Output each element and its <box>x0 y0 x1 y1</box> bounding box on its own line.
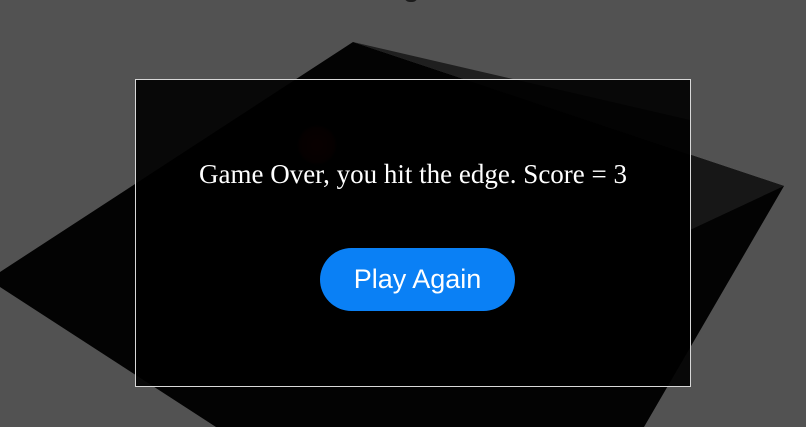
game-over-message: Game Over, you hit the edge. Score = 3 <box>198 159 628 189</box>
game-over-dialog: Game Over, you hit the edge. Score = 3 P… <box>135 79 691 387</box>
play-again-button[interactable]: Play Again <box>320 248 515 311</box>
game-scene: Game Over, you hit the edge. Score = 3 P… <box>0 0 806 427</box>
